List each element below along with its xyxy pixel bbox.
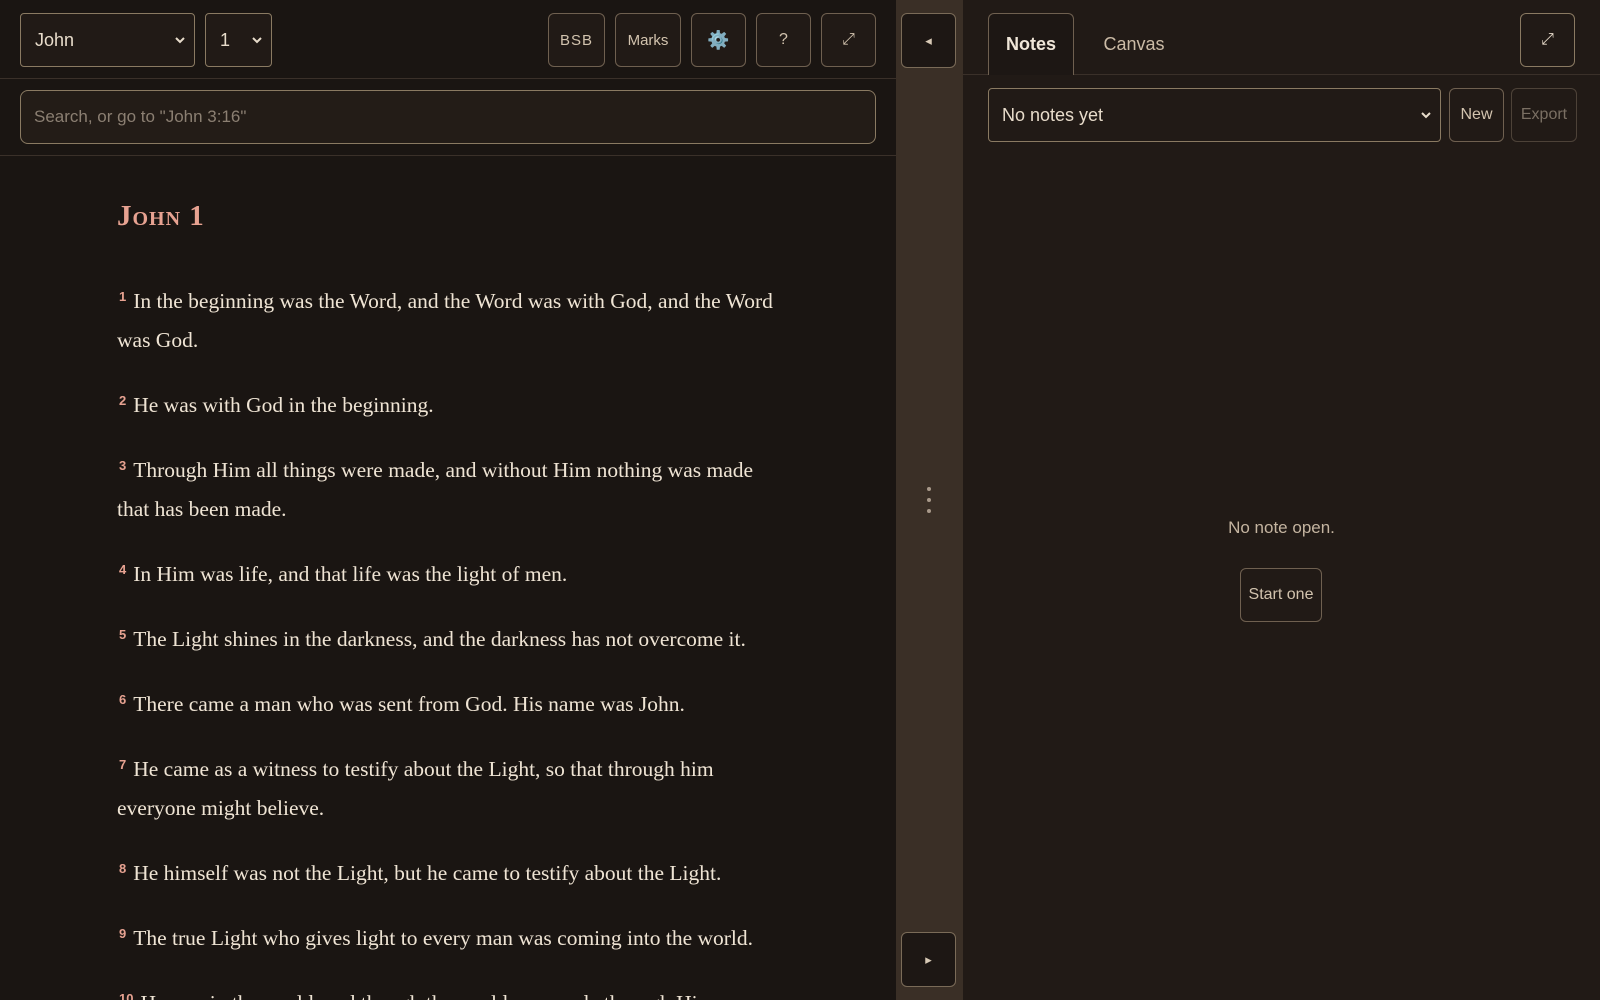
chevron-down-icon (1421, 112, 1431, 119)
verse-number: 8 (119, 861, 127, 876)
expand-icon: ⤢ (1541, 31, 1554, 48)
verse-text: Through Him all things were made, and wi… (117, 458, 754, 521)
search-bar (0, 79, 896, 156)
verse-number: 3 (119, 458, 127, 473)
chapter-content: John 1 1 In the beginning was the Word, a… (117, 200, 787, 1000)
verse[interactable]: 1 In the beginning was the Word, and the … (117, 277, 787, 360)
book-select[interactable]: John (20, 13, 195, 67)
verse-text: In the beginning was the Word, and the W… (117, 289, 773, 352)
empty-state-message: No note open. (1228, 518, 1335, 537)
book-select-value: John (35, 29, 75, 50)
collapse-right-button[interactable]: ▸ (901, 932, 956, 987)
verse[interactable]: 10 He was in the world, and though the wo… (117, 979, 787, 1000)
verse-list: 1 In the beginning was the Word, and the … (117, 277, 787, 1000)
verse-text: He was in the world, and though the worl… (140, 991, 719, 1000)
chevron-down-icon (252, 37, 262, 44)
chapter-select-value: 1 (220, 29, 231, 50)
verse[interactable]: 6 There came a man who was sent from God.… (117, 680, 787, 724)
drag-handle-icon[interactable] (926, 486, 932, 514)
verse[interactable]: 4 In Him was life, and that life was the … (117, 550, 787, 594)
verse-number: 4 (119, 562, 127, 577)
verse-number: 7 (119, 757, 127, 772)
reader-pane: John 1 BSB Marks ⚙️ ? ⤢ John 1 1In the b… (0, 0, 896, 1000)
triangle-left-icon: ◂ (925, 32, 932, 48)
collapse-left-button[interactable]: ◂ (901, 13, 956, 68)
verse[interactable]: 3 Through Him all things were made, and w… (117, 446, 787, 529)
verse-number: 5 (119, 627, 127, 642)
chevron-down-icon (175, 37, 185, 44)
marks-button[interactable]: Marks (615, 13, 681, 67)
export-button[interactable]: Export (1511, 88, 1577, 142)
notes-pane: Notes Canvas ⤢ No notes yet New Export N… (963, 0, 1600, 1000)
verse-number: 2 (119, 393, 127, 408)
verse-number: 6 (119, 692, 127, 707)
chapter-select[interactable]: 1 (205, 13, 272, 67)
notes-tabs-bar: Notes Canvas ⤢ (963, 0, 1600, 75)
triangle-right-icon: ▸ (925, 951, 932, 967)
verse[interactable]: 9 The true Light who gives light to every… (117, 914, 787, 958)
verse-text: The Light shines in the darkness, and th… (133, 627, 746, 651)
help-button[interactable]: ? (756, 13, 811, 67)
expand-reader-button[interactable]: ⤢ (821, 13, 876, 67)
expand-notes-button[interactable]: ⤢ (1520, 13, 1575, 67)
translation-button[interactable]: BSB (548, 13, 605, 67)
reader-toolbar: John 1 BSB Marks ⚙️ ? ⤢ (0, 0, 896, 79)
verse[interactable]: 8 He himself was not the Light, but he ca… (117, 849, 787, 893)
verse-text: The true Light who gives light to every … (133, 926, 754, 950)
verse[interactable]: 5 The Light shines in the darkness, and t… (117, 615, 787, 659)
chapter-title: John 1 (117, 200, 205, 232)
verse-text: He was with God in the beginning. (133, 393, 434, 417)
settings-button[interactable]: ⚙️ (691, 13, 746, 67)
verse-number: 1 (119, 289, 127, 304)
pane-divider[interactable]: ◂ ▸ (896, 0, 963, 1000)
notes-select-value: No notes yet (1002, 104, 1104, 125)
notes-select[interactable]: No notes yet (988, 88, 1441, 142)
verse-text: He himself was not the Light, but he cam… (133, 861, 722, 885)
expand-icon: ⤢ (842, 31, 855, 48)
verse-number: 10 (119, 991, 134, 1000)
new-note-button[interactable]: New (1449, 88, 1504, 142)
tab-notes[interactable]: Notes (988, 13, 1074, 75)
verse[interactable]: 7 He came as a witness to testify about t… (117, 745, 787, 828)
verse[interactable]: 2 He was with God in the beginning. (117, 381, 787, 425)
tab-canvas[interactable]: Canvas (1084, 13, 1184, 75)
search-input[interactable] (20, 90, 876, 144)
verse-text: In Him was life, and that life was the l… (133, 562, 568, 586)
gear-icon: ⚙️ (707, 29, 730, 50)
verse-text: He came as a witness to testify about th… (117, 757, 714, 820)
start-note-button[interactable]: Start one (1240, 568, 1322, 622)
verse-number: 9 (119, 926, 127, 941)
verse-text: There came a man who was sent from God. … (133, 692, 685, 716)
